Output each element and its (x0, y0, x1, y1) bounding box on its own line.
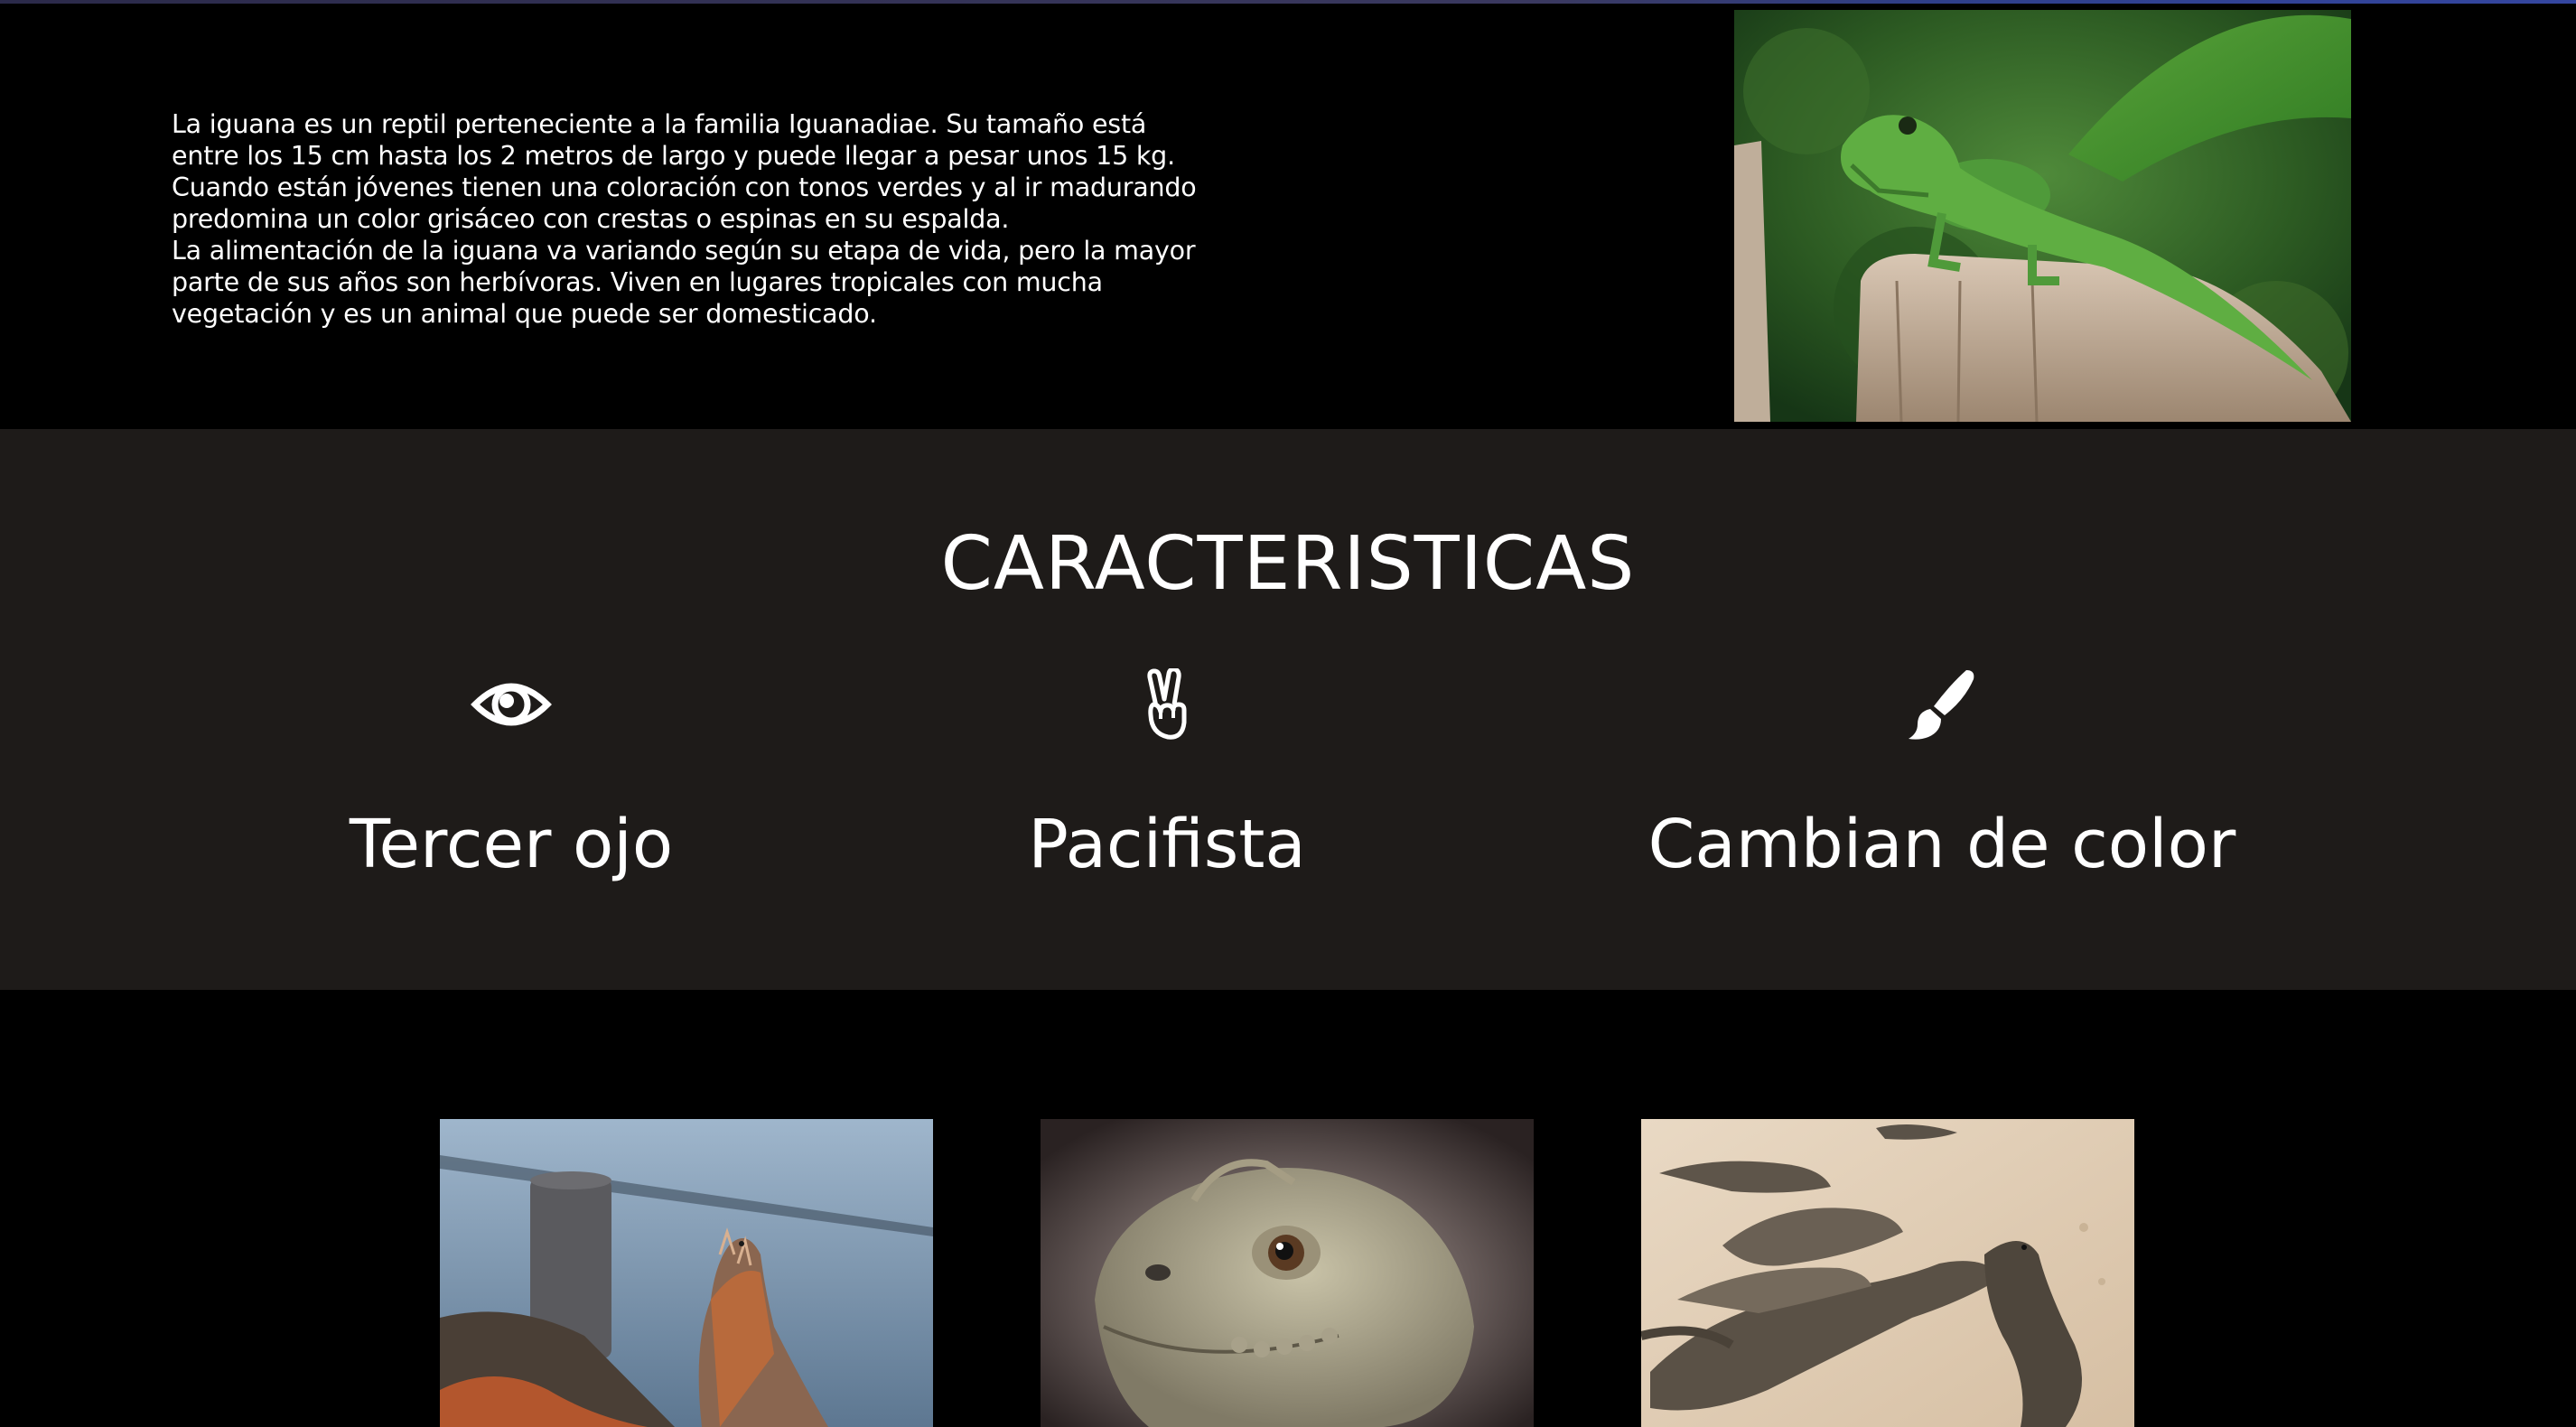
intro-section: La iguana es un reptil perteneciente a l… (0, 4, 2576, 429)
feature-label: Pacifista (1028, 806, 1306, 883)
intro-text: La iguana es un reptil perteneciente a l… (172, 108, 1210, 330)
feature-third-eye: Tercer ojo (195, 668, 827, 885)
eye-icon (471, 668, 552, 741)
features-section: CARACTERISTICAS Tercer ojo Pacifista Cam… (0, 429, 2576, 990)
paint-brush-icon (1901, 668, 1983, 741)
feature-label: Cambian de color (1647, 806, 2236, 883)
intro-paragraph-2: La alimentación de la iguana va variando… (172, 236, 1196, 329)
gallery-section (0, 990, 2576, 1427)
iguana-head-closeup-photo (1041, 1119, 1534, 1427)
peace-hand-icon (1126, 668, 1208, 741)
iguanas-on-sand-photo (1641, 1119, 2134, 1427)
feature-color-change: Cambian de color (1626, 668, 2258, 885)
iguana-by-water-photo (440, 1119, 933, 1427)
green-iguana-photo (1734, 10, 2351, 422)
feature-label: Tercer ojo (349, 806, 674, 883)
intro-paragraph-1: La iguana es un reptil perteneciente a l… (172, 109, 1197, 234)
feature-pacifist: Pacifista (851, 668, 1483, 885)
features-title: CARACTERISTICAS (940, 521, 1636, 607)
